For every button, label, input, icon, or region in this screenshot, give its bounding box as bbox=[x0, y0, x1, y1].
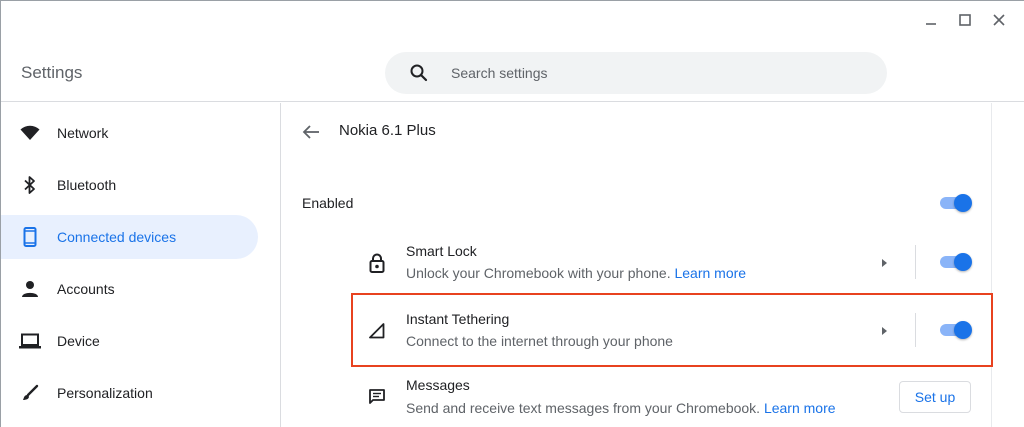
smart-lock-toggle[interactable] bbox=[938, 252, 972, 272]
arrow-back-icon bbox=[302, 125, 319, 139]
search-icon bbox=[409, 63, 429, 83]
laptop-icon bbox=[19, 330, 41, 352]
arrow-right-icon[interactable] bbox=[878, 256, 890, 268]
smart-lock-row[interactable]: Smart Lock Unlock your Chromebook with y… bbox=[352, 229, 992, 295]
app-title: Settings bbox=[21, 63, 83, 82]
phone-icon bbox=[19, 226, 41, 248]
toggle-knob bbox=[954, 194, 972, 212]
sidebar-item-personalization[interactable]: Personalization bbox=[1, 371, 258, 415]
person-icon bbox=[19, 278, 41, 300]
sidebar-item-connected-devices[interactable]: Connected devices bbox=[1, 215, 258, 259]
smart-lock-learn-more-link[interactable]: Learn more bbox=[674, 265, 746, 281]
settings-window: Settings Network bbox=[0, 0, 1024, 427]
messages-description: Send and receive text messages from your… bbox=[406, 400, 836, 416]
sidebar-item-label: Bluetooth bbox=[57, 177, 117, 193]
search-bar[interactable] bbox=[385, 52, 887, 94]
sidebar-item-device[interactable]: Device bbox=[1, 319, 258, 363]
maximize-icon bbox=[959, 14, 971, 26]
divider bbox=[915, 245, 916, 279]
messages-learn-more-link[interactable]: Learn more bbox=[764, 400, 836, 416]
header: Settings bbox=[1, 1, 1024, 102]
sidebar-item-label: Accounts bbox=[57, 281, 115, 297]
window-controls bbox=[914, 7, 1016, 33]
sidebar: Network Bluetooth Connected devices Acco… bbox=[1, 103, 281, 427]
brush-icon bbox=[19, 382, 41, 404]
messages-description-text: Send and receive text messages from your… bbox=[406, 400, 761, 416]
toggle-knob bbox=[954, 253, 972, 271]
sidebar-item-bluetooth[interactable]: Bluetooth bbox=[1, 163, 258, 207]
sidebar-item-network[interactable]: Network bbox=[1, 111, 258, 155]
sidebar-item-label: Device bbox=[57, 333, 100, 349]
close-icon bbox=[993, 14, 1005, 26]
maximize-button[interactable] bbox=[948, 7, 982, 33]
search-input[interactable] bbox=[451, 52, 871, 94]
messages-title: Messages bbox=[406, 377, 470, 393]
setup-button[interactable]: Set up bbox=[899, 381, 971, 413]
lock-icon bbox=[366, 252, 388, 274]
sidebar-item-label: Connected devices bbox=[57, 229, 177, 245]
close-button[interactable] bbox=[982, 7, 1016, 33]
page-title: Nokia 6.1 Plus bbox=[339, 122, 436, 139]
sidebar-item-label: Personalization bbox=[57, 385, 153, 401]
enabled-label: Enabled bbox=[302, 195, 354, 211]
smart-lock-title: Smart Lock bbox=[406, 243, 477, 259]
sidebar-item-accounts[interactable]: Accounts bbox=[1, 267, 258, 311]
messages-row[interactable]: Messages Send and receive text messages … bbox=[352, 365, 992, 427]
minimize-button[interactable] bbox=[914, 7, 948, 33]
main-panel: Nokia 6.1 Plus Enabled Smart Lock Unlock… bbox=[282, 103, 992, 427]
highlight-box bbox=[351, 293, 993, 367]
enabled-toggle[interactable] bbox=[938, 193, 972, 213]
minimize-icon bbox=[926, 23, 936, 25]
message-icon bbox=[366, 386, 388, 408]
sidebar-item-label: Network bbox=[57, 125, 109, 141]
smart-lock-description: Unlock your Chromebook with your phone. … bbox=[406, 265, 746, 281]
bluetooth-icon bbox=[19, 174, 41, 196]
back-button[interactable] bbox=[300, 121, 322, 143]
wifi-icon bbox=[19, 122, 41, 144]
smart-lock-description-text: Unlock your Chromebook with your phone. bbox=[406, 265, 671, 281]
